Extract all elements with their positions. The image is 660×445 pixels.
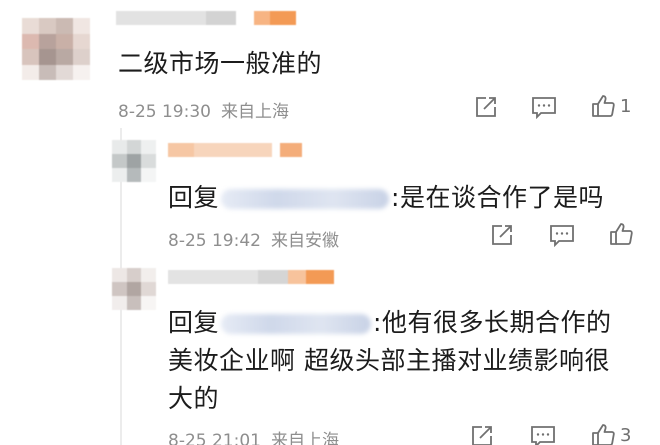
comment-thread: 二级市场一般准的 8-25 19:30 来自上海 1 回复:是在谈合作了是吗 … xyxy=(0,0,660,445)
comment-meta: 8-25 19:30 来自上海 xyxy=(118,97,289,122)
avatar[interactable] xyxy=(112,140,156,182)
reply-text-line-3: 大的 xyxy=(168,384,220,413)
avatar[interactable] xyxy=(112,268,156,310)
comment-icon xyxy=(532,97,556,119)
like-button[interactable] xyxy=(608,221,638,247)
share-icon xyxy=(476,97,496,117)
reply-prefix: 回复 xyxy=(168,308,220,337)
comment-location: 来自上海 xyxy=(220,102,289,122)
share-button[interactable] xyxy=(474,95,498,119)
username-blurred[interactable] xyxy=(116,11,296,25)
reply-prefix: 回复 xyxy=(168,183,220,212)
reply-button[interactable] xyxy=(530,424,556,445)
comment-icon xyxy=(531,426,555,445)
share-icon xyxy=(472,426,492,445)
comment-time: 8-25 19:30 xyxy=(118,102,211,122)
like-icon xyxy=(610,223,633,245)
share-button[interactable] xyxy=(470,424,494,445)
comment-meta: 8-25 21:01 来自上海 xyxy=(168,426,339,445)
comment-time: 8-25 19:42 xyxy=(168,231,261,251)
comment-location: 来自上海 xyxy=(270,431,339,445)
share-icon xyxy=(492,225,512,245)
reply-button[interactable] xyxy=(531,95,557,119)
comment-time: 8-25 21:01 xyxy=(168,431,261,445)
masked-username xyxy=(221,314,372,334)
comment-location: 来自安徽 xyxy=(270,231,339,251)
like-button[interactable]: 3 xyxy=(590,422,631,445)
username-blurred[interactable] xyxy=(168,270,334,284)
reply-text-line-2: 美妆企业啊 超级头部主播对业绩影响很 xyxy=(168,346,610,375)
comment-text: 二级市场一般准的 xyxy=(118,49,323,78)
masked-username xyxy=(221,189,390,209)
comment-meta: 8-25 19:42 来自安徽 xyxy=(168,226,339,251)
comment-icon xyxy=(550,225,574,247)
share-button[interactable] xyxy=(490,223,514,247)
reply-button[interactable] xyxy=(549,223,575,247)
like-icon xyxy=(592,95,615,117)
avatar[interactable] xyxy=(22,18,90,80)
username-blurred[interactable] xyxy=(168,143,302,157)
like-count: 3 xyxy=(620,424,632,445)
reply-text-line-1: 回复:他有很多长期合作的 xyxy=(168,308,612,337)
like-count: 1 xyxy=(620,95,632,117)
reply-text: 回复:是在谈合作了是吗 xyxy=(168,183,604,212)
like-button[interactable]: 1 xyxy=(590,93,631,119)
like-icon xyxy=(592,424,615,445)
